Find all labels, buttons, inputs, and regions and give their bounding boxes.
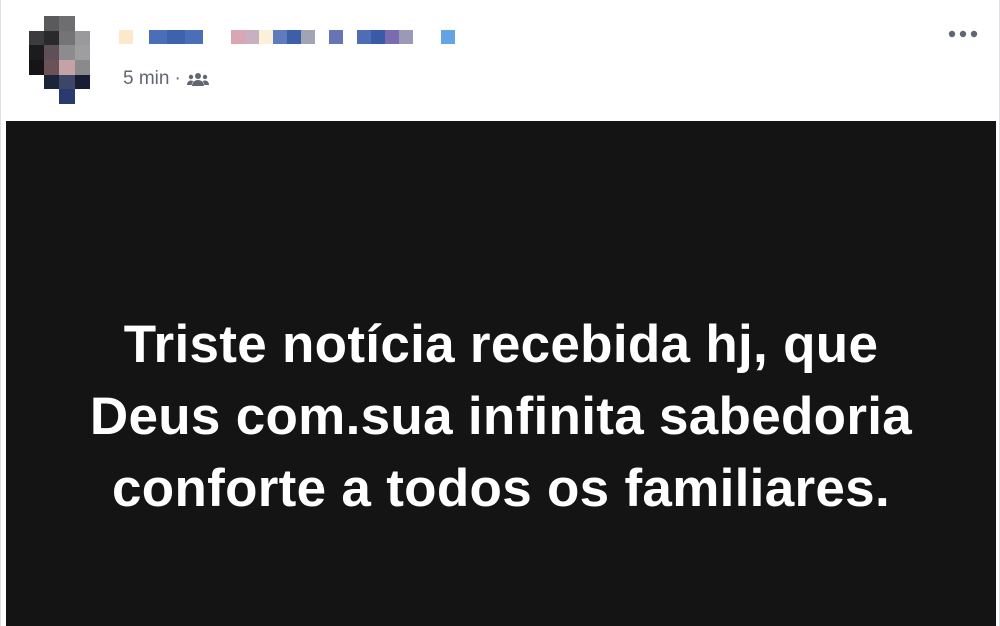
author-avatar[interactable] <box>29 16 105 104</box>
post-header: 5 min · <box>1 0 1000 121</box>
post-text-card: Triste notícia recebida hj, que Deus com… <box>6 121 996 626</box>
feed-post: 5 min · Triste notícia recebida hj, que … <box>0 0 1000 626</box>
author-name-redacted[interactable] <box>119 29 455 45</box>
post-meta: 5 min · <box>123 67 210 91</box>
meta-separator: · <box>174 68 181 89</box>
more-options-button[interactable] <box>945 22 981 46</box>
post-body-text: Triste notícia recebida hj, que Deus com… <box>89 315 913 518</box>
more-options-icon <box>948 30 978 38</box>
timestamp[interactable]: 5 min <box>123 68 169 90</box>
friends-icon[interactable] <box>186 71 210 87</box>
